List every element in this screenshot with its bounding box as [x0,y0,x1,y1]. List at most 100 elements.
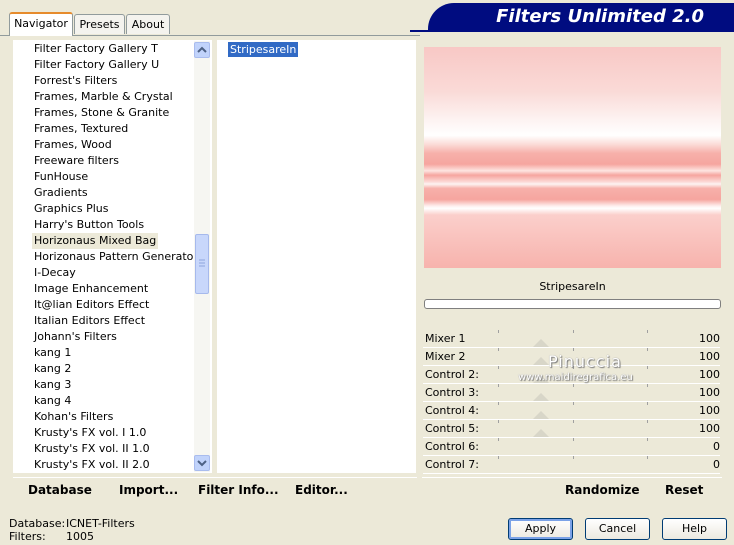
slider-handle[interactable] [533,411,549,419]
editor-button[interactable]: Editor... [295,483,348,497]
category-item[interactable]: kang 3 [32,377,73,393]
tab-presets[interactable]: Presets [74,14,125,34]
preview-image [424,47,721,268]
control-label: Control 5: [425,422,479,435]
category-item[interactable]: Frames, Wood [32,137,114,153]
category-item[interactable]: Krusty's FX vol. II 1.0 [32,441,152,457]
control-value[interactable]: 100 [699,349,720,365]
category-item[interactable]: Freeware filters [32,153,121,169]
slider-tick [647,330,648,333]
slider-handle[interactable] [533,339,549,347]
control-separator [423,473,720,474]
control-value[interactable]: 100 [699,385,720,401]
filter-list[interactable] [217,40,416,473]
control-label: Control 3: [425,386,479,399]
slider-tick [573,420,574,423]
category-item[interactable]: Krusty's FX vol. II 2.0 [32,457,152,473]
slider-tick [647,366,648,369]
category-item[interactable]: kang 4 [32,393,73,409]
progress-bar [424,299,721,309]
scroll-down-button[interactable] [194,455,210,471]
chevron-down-icon [197,460,207,467]
category-item[interactable]: Frames, Stone & Granite [32,105,171,121]
control-label: Mixer 1 [425,332,466,345]
watermark-name: Pinuccia [548,352,622,371]
control-value[interactable]: 100 [699,367,720,383]
slider-tick [498,456,499,459]
app-banner-title: Filters Unlimited 2.0 [428,3,734,30]
apply-button[interactable]: Apply [508,518,573,540]
reset-button[interactable]: Reset [665,483,703,497]
control-separator [423,383,720,384]
category-scrollbar[interactable] [194,41,210,472]
control-value[interactable]: 100 [699,331,720,347]
filter-name-label: StripesareIn [539,280,606,293]
banner-underline [410,30,734,32]
category-item[interactable]: Harry's Button Tools [32,217,146,233]
category-item[interactable]: kang 2 [32,361,73,377]
category-item[interactable]: Italian Editors Effect [32,313,147,329]
list-toolbar: Database Import... Filter Info... Editor… [13,477,417,501]
slider-handle[interactable] [533,357,549,365]
category-item[interactable]: Image Enhancement [32,281,150,297]
slider-tick [498,438,499,441]
slider-tick [573,384,574,387]
slider-handle[interactable] [533,393,549,401]
slider-tick [573,348,574,351]
slider-tick [647,438,648,441]
filters-count: 1005 [66,530,94,543]
cancel-button[interactable]: Cancel [585,518,650,540]
control-label: Control 2: [425,368,479,381]
category-item[interactable]: It@lian Editors Effect [32,297,151,313]
category-item[interactable]: Frames, Textured [32,121,130,137]
scroll-thumb[interactable] [195,234,209,294]
slider-tick [573,456,574,459]
slider-tick [647,456,648,459]
category-item[interactable]: Forrest's Filters [32,73,119,89]
randomize-button[interactable]: Randomize [565,483,639,497]
category-item[interactable]: Filter Factory Gallery T [32,41,160,57]
slider-tick [647,348,648,351]
control-label: Control 4: [425,404,479,417]
category-item[interactable]: Frames, Marble & Crystal [32,89,175,105]
scroll-up-button[interactable] [194,42,210,58]
category-item[interactable]: Kohan's Filters [32,409,115,425]
control-separator [423,401,720,402]
category-item[interactable]: Gradients [32,185,90,201]
category-item[interactable]: Horizonaus Mixed Bag [32,233,159,249]
watermark-url: www.maidiregrafica.eu [518,372,633,383]
filter-info-button[interactable]: Filter Info... [198,483,279,497]
slider-tick [498,366,499,369]
tab-navigator[interactable]: Navigator [9,12,73,36]
category-list[interactable]: Filter Factory Gallery T Filter Factory G… [13,40,212,473]
category-item[interactable]: Filter Factory Gallery U [32,57,161,73]
category-item[interactable]: I-Decay [32,265,78,281]
help-button[interactable]: Help [662,518,727,540]
database-button[interactable]: Database [28,483,92,497]
category-item[interactable]: Johann's Filters [32,329,119,345]
control-value[interactable]: 100 [699,403,720,419]
tab-about[interactable]: About [126,14,170,34]
category-item[interactable]: kang 1 [32,345,73,361]
filter-item-selected[interactable]: StripesareIn [228,42,299,57]
slider-tick [498,384,499,387]
category-item[interactable]: FunHouse [32,169,90,185]
slider-tick [573,402,574,405]
control-separator [423,455,720,456]
control-value[interactable]: 0 [713,439,720,455]
control-value[interactable]: 0 [713,457,720,473]
import-button[interactable]: Import... [119,483,178,497]
category-item[interactable]: Graphics Plus [32,201,110,217]
slider-handle[interactable] [533,429,549,437]
slider-tick [573,330,574,333]
control-value[interactable]: 100 [699,421,720,437]
slider-tick [498,420,499,423]
filters-label: Filters: [9,530,46,543]
category-item[interactable]: Krusty's FX vol. I 1.0 [32,425,148,441]
control-label: Control 7: [425,458,479,471]
category-item[interactable]: Horizonaus Pattern Generators [32,249,206,265]
slider-tick [573,438,574,441]
status-filters: Filters: 1005 [9,530,94,543]
control-toolbar: Randomize Reset [422,477,722,501]
slider-tick [498,330,499,333]
